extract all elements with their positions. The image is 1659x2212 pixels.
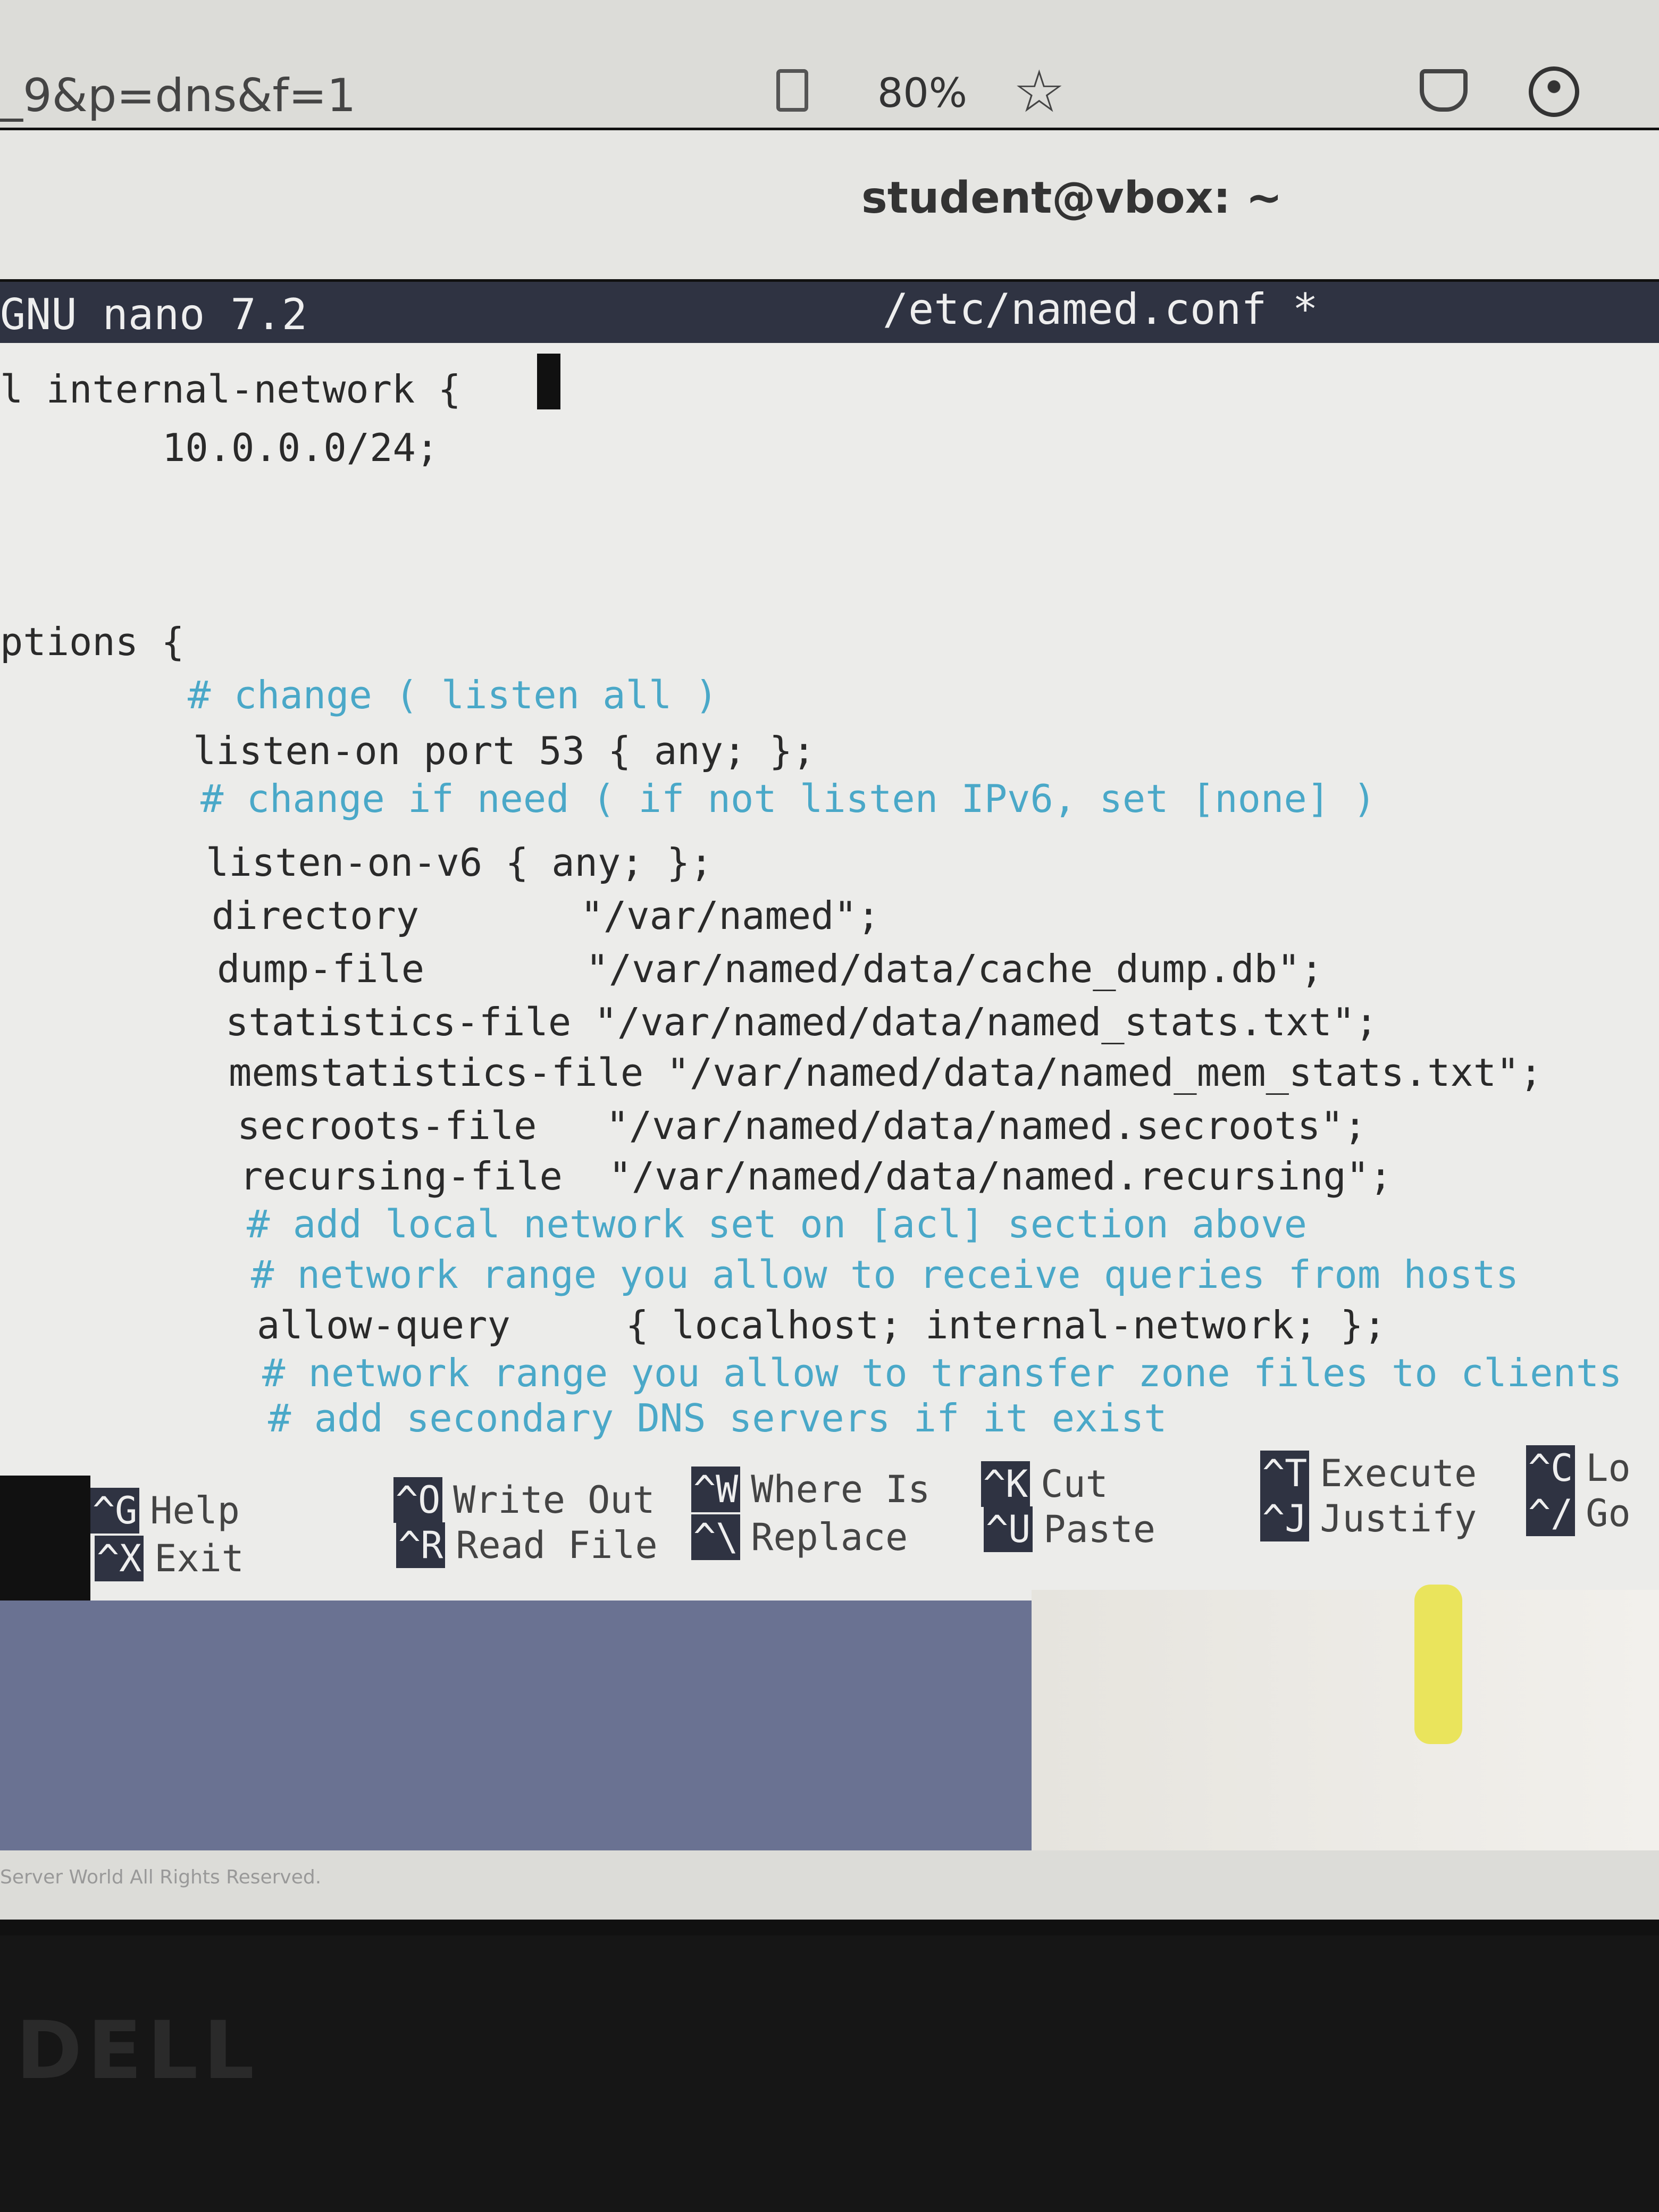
shortcut-key: ^R <box>396 1522 446 1568</box>
page-footer: Server World All Rights Reserved. <box>0 1850 1659 1920</box>
account-icon[interactable] <box>1529 66 1579 117</box>
shortcut-key: ^G <box>90 1488 140 1534</box>
config-code-line: allow-query { localhost; internal-networ… <box>257 1303 1387 1347</box>
url-bar[interactable]: _9&p=dns&f=1 <box>0 69 356 122</box>
config-code-line: ptions { <box>0 619 185 664</box>
nano-filename: /etc/named.conf * <box>883 284 1318 334</box>
shortcut-key: ^T <box>1260 1451 1310 1496</box>
shortcut-label: Execute <box>1320 1452 1477 1495</box>
shortcut-label: Write Out <box>453 1478 655 1522</box>
shortcut-key: ^K <box>981 1461 1030 1507</box>
editor-area[interactable]: l internal-network { 10.0.0.0/24; ptions {… <box>0 343 1659 1476</box>
shortcut-label: Help <box>150 1489 240 1532</box>
reader-view-icon[interactable] <box>776 69 808 112</box>
shortcut-key: ^O <box>393 1477 443 1523</box>
shortcut-label: Justify <box>1320 1497 1477 1540</box>
shortcut-key: ^C <box>1526 1445 1576 1491</box>
shortcut-exit[interactable]: ^X Exit <box>95 1536 244 1581</box>
config-code-line: 10.0.0.0/24; <box>162 425 439 470</box>
shortcut-key: ^U <box>984 1506 1033 1552</box>
pocket-icon[interactable] <box>1420 69 1468 112</box>
shortcut-lo[interactable]: ^C Lo <box>1526 1445 1631 1491</box>
dell-logo: DELL <box>16 2005 260 2097</box>
shortcut-justify[interactable]: ^J Justify <box>1260 1496 1477 1541</box>
config-comment-line: # add secondary DNS servers if it exist <box>268 1396 1167 1440</box>
background-image <box>1032 1590 1659 1856</box>
browser-toolbar: _9&p=dns&f=1 80% ☆ <box>0 0 1659 128</box>
shortcut-write-out[interactable]: ^O Write Out <box>393 1477 655 1523</box>
shortcut-label: Replace <box>751 1515 908 1559</box>
shortcut-label: Paste <box>1043 1507 1156 1551</box>
shortcut-read-file[interactable]: ^R Read File <box>396 1522 658 1568</box>
shortcut-key: ^J <box>1260 1496 1310 1541</box>
config-code-line: recursing-file "/var/named/data/named.re… <box>240 1154 1393 1199</box>
desktop-background <box>0 1601 1032 1850</box>
zoom-level[interactable]: 80% <box>877 69 967 116</box>
background-image-figure <box>1414 1585 1462 1744</box>
shortcut-execute[interactable]: ^T Execute <box>1260 1451 1477 1496</box>
shortcut-label: Cut <box>1041 1462 1108 1506</box>
shortcut-label: Exit <box>154 1537 244 1580</box>
shortcut-label: Go <box>1586 1492 1631 1535</box>
config-comment-line: # change if need ( if not listen IPv6, s… <box>200 776 1376 821</box>
shortcut-label: Lo <box>1586 1446 1631 1490</box>
config-code-line: dump-file "/var/named/data/cache_dump.db… <box>217 946 1323 991</box>
config-code-line: statistics-file "/var/named/data/named_s… <box>225 1000 1378 1044</box>
config-code-line: listen-on-v6 { any; }; <box>206 840 713 885</box>
shortcut-bar: ^G Help ^X Exit ^O Write Out ^R Read File ^W Wher… <box>90 1445 1659 1601</box>
config-code-line: memstatistics-file "/var/named/data/name… <box>229 1050 1543 1095</box>
shortcut-help[interactable]: ^G Help <box>90 1488 240 1534</box>
text-cursor <box>537 354 560 409</box>
nano-version: GNU nano 7.2 <box>0 290 307 339</box>
shortcut-label: Where Is <box>751 1468 931 1511</box>
shortcut-where-is[interactable]: ^W Where Is <box>691 1467 931 1512</box>
nano-header: GNU nano 7.2 /etc/named.conf * <box>0 282 1659 343</box>
shortcut-paste[interactable]: ^U Paste <box>984 1506 1156 1552</box>
config-code-line: secroots-file "/var/named/data/named.sec… <box>237 1103 1367 1148</box>
shortcut-label: Read File <box>456 1523 658 1567</box>
shortcut-key: ^\ <box>691 1514 741 1560</box>
terminal-titlebar <box>0 130 1659 386</box>
terminal-title: student@vbox: ~ <box>861 173 1283 223</box>
config-comment-line: # change ( listen all ) <box>188 673 718 717</box>
shortcut-key: ^/ <box>1526 1490 1576 1536</box>
shortcut-key: ^X <box>95 1536 144 1581</box>
config-comment-line: # network range you allow to receive que… <box>251 1252 1519 1297</box>
config-comment-line: # add local network set on [acl] section… <box>247 1202 1307 1246</box>
bookmark-star-icon[interactable]: ☆ <box>1013 57 1066 125</box>
config-comment-line: # network range you allow to transfer zo… <box>262 1351 1622 1395</box>
shortcut-key: ^W <box>691 1467 741 1512</box>
copyright-text: Server World All Rights Reserved. <box>0 1866 322 1888</box>
shortcut-cut[interactable]: ^K Cut <box>981 1461 1108 1507</box>
config-code-line: l internal-network { <box>0 367 461 412</box>
shortcut-replace[interactable]: ^\ Replace <box>691 1514 908 1560</box>
shortcut-go[interactable]: ^/Go <box>1526 1490 1631 1536</box>
config-code-line: listen-on port 53 { any; }; <box>193 728 816 773</box>
config-code-line: directory "/var/named"; <box>212 893 881 938</box>
